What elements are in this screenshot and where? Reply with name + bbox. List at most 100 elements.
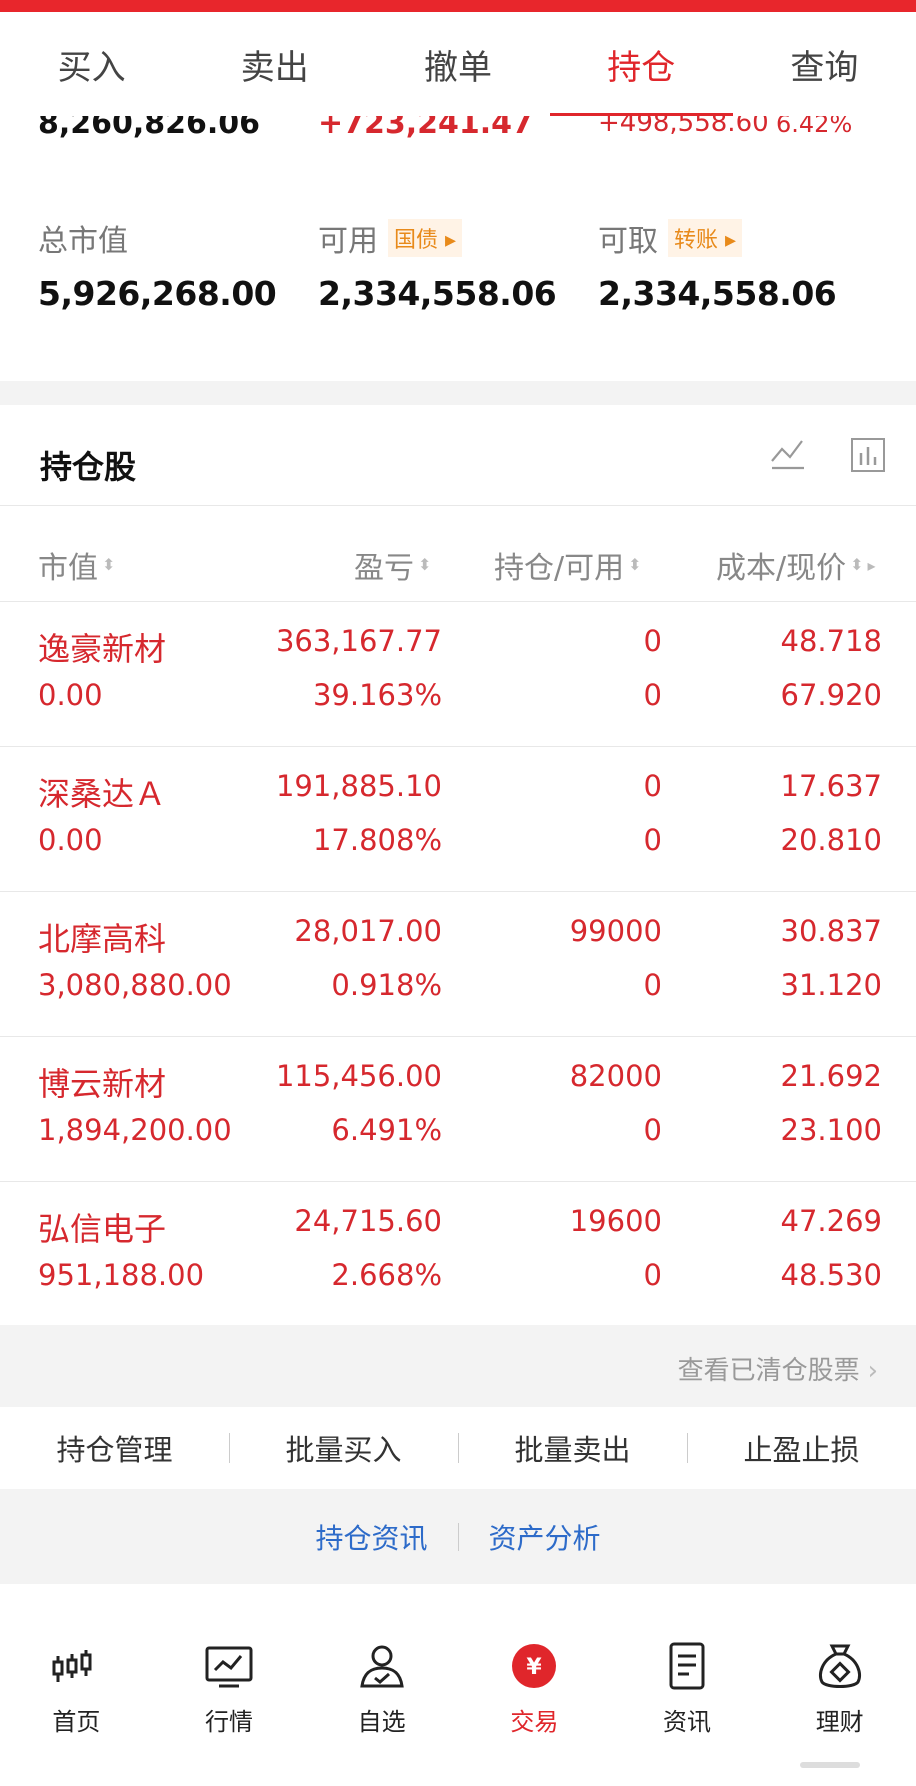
sort-icon: ⬍: [102, 555, 116, 574]
yuan-icon: ¥: [512, 1644, 557, 1688]
stock-quantity: 99000: [569, 914, 662, 948]
nav-watchlist[interactable]: 自选: [305, 1584, 458, 1786]
withdrawable-label-text: 可取: [598, 224, 658, 259]
stock-available: 0: [643, 1258, 662, 1292]
stock-cost: 47.269: [780, 1204, 882, 1238]
stock-name: 深桑达Ａ: [38, 775, 167, 813]
holdings-panel: 持仓股 市值 ⬍ 盈亏 ⬍ 持仓/可用 ⬍ 成本/现价 ⬍ ▸ 逸豪新材 0.00 363…: [0, 405, 916, 1325]
bond-tag-button[interactable]: 国债 ▸: [388, 219, 463, 257]
batch-sell-button[interactable]: 批量卖出: [458, 1427, 687, 1469]
stock-pnl-pct: 6.491%: [331, 1113, 442, 1147]
stock-name: 博云新材: [38, 1065, 167, 1103]
money-bag-icon: [818, 1644, 861, 1688]
bar-chart-icon[interactable]: [848, 435, 888, 475]
chevron-right-icon: ▸: [867, 555, 876, 575]
transfer-tag-button[interactable]: 转账 ▸: [668, 219, 743, 257]
column-position-label: 持仓/可用: [494, 551, 625, 586]
nav-label: 交易: [510, 1708, 559, 1736]
nav-market[interactable]: 行情: [153, 1584, 306, 1786]
nav-home[interactable]: 首页: [0, 1584, 153, 1786]
nav-news[interactable]: 资讯: [611, 1584, 764, 1786]
market-value-label: 总市值: [38, 216, 128, 260]
play-arrow-icon: ▸: [718, 228, 737, 253]
line-chart-icon[interactable]: [768, 435, 808, 475]
market-value: 5,926,268.00: [38, 274, 277, 313]
info-links: 持仓资讯 资产分析: [0, 1489, 916, 1584]
stock-quantity: 82000: [569, 1059, 662, 1093]
table-row[interactable]: 逸豪新材 0.00 363,167.77 39.163% 0 0 48.718 …: [0, 602, 916, 747]
stock-price: 23.100: [780, 1113, 882, 1147]
asset-analysis-link[interactable]: 资产分析: [459, 1517, 631, 1557]
stock-market-value: 3,080,880.00: [38, 968, 232, 1002]
stock-pnl-pct: 17.808%: [312, 823, 442, 857]
stock-pnl: 24,715.60: [294, 1204, 442, 1238]
candlestick-icon: [52, 1650, 92, 1682]
stock-available: 0: [643, 823, 662, 857]
person-check-icon: [359, 1645, 404, 1688]
stock-market-value: 1,894,200.00: [38, 1113, 232, 1147]
stock-cost: 21.692: [780, 1059, 882, 1093]
column-position[interactable]: 持仓/可用 ⬍: [494, 543, 642, 587]
nav-wealth[interactable]: 理财: [763, 1584, 916, 1786]
tab-query[interactable]: 查询: [733, 12, 916, 116]
play-arrow-icon: ▸: [438, 228, 457, 253]
batch-buy-button[interactable]: 批量买入: [229, 1427, 458, 1469]
available-label: 可用 国债 ▸: [318, 216, 463, 260]
column-cost-price[interactable]: 成本/现价 ⬍ ▸: [716, 543, 876, 587]
column-pnl[interactable]: 盈亏 ⬍: [354, 543, 431, 587]
stock-available: 0: [643, 968, 662, 1002]
market-value-label-text: 总市值: [38, 224, 128, 259]
stock-market-value: 0.00: [38, 678, 103, 712]
column-market-value[interactable]: 市值 ⬍: [38, 543, 115, 587]
nav-label: 理财: [815, 1708, 864, 1736]
manage-positions-button[interactable]: 持仓管理: [0, 1427, 229, 1469]
stock-quantity: 0: [643, 769, 662, 803]
total-assets-value: 8,260,826.06: [38, 116, 261, 141]
stock-market-value: 951,188.00: [38, 1258, 205, 1292]
floating-pnl-value: +498,558.60: [598, 116, 769, 138]
column-market-value-label: 市值: [38, 551, 98, 586]
bond-tag-text: 国债: [394, 228, 439, 253]
stock-pnl-pct: 0.918%: [331, 968, 442, 1002]
stock-pnl: 191,885.10: [275, 769, 442, 803]
table-row[interactable]: 北摩高科 3,080,880.00 28,017.00 0.918% 99000…: [0, 892, 916, 1037]
nav-label: 首页: [52, 1708, 101, 1736]
holding-news-link[interactable]: 持仓资讯: [285, 1517, 457, 1557]
cleared-stocks-text: 查看已清仓股票: [677, 1356, 860, 1386]
tab-cancel[interactable]: 撤单: [366, 12, 549, 116]
cleared-stocks-link[interactable]: 查看已清仓股票 ›: [678, 1350, 878, 1387]
nav-trade[interactable]: ¥ 交易: [458, 1584, 611, 1786]
table-row[interactable]: 深桑达Ａ 0.00 191,885.10 17.808% 0 0 17.637 …: [0, 747, 916, 892]
nav-label: 自选: [357, 1708, 406, 1736]
partial-summary-row: 8,260,826.06 +723,241.47 +498,558.60 6.4…: [0, 116, 916, 146]
stock-price: 48.530: [780, 1258, 882, 1292]
tab-buy[interactable]: 买入: [0, 12, 183, 116]
tab-positions[interactable]: 持仓: [549, 12, 734, 116]
available-label-text: 可用: [318, 224, 378, 259]
stock-pnl: 363,167.77: [275, 624, 442, 658]
daily-pnl-value: +723,241.47: [318, 116, 533, 141]
tab-sell[interactable]: 卖出: [183, 12, 366, 116]
stock-price: 67.920: [780, 678, 882, 712]
top-red-bar: [0, 0, 916, 12]
stock-quantity: 0: [643, 624, 662, 658]
trade-tabs: 买入 卖出 撤单 持仓 查询: [0, 12, 916, 116]
bottom-nav: 首页 行情 自选 ¥ 交易 资讯 理财: [0, 1584, 916, 1786]
sort-icon: ⬍: [628, 555, 642, 574]
withdrawable-value: 2,334,558.06: [598, 274, 837, 313]
withdrawable-label: 可取 转账 ▸: [598, 216, 743, 260]
stock-pnl: 28,017.00: [294, 914, 442, 948]
stop-loss-button[interactable]: 止盈止损: [687, 1427, 916, 1469]
sort-icon: ⬍: [850, 555, 864, 574]
table-row[interactable]: 弘信电子 951,188.00 24,715.60 2.668% 19600 0…: [0, 1182, 916, 1327]
stock-cost: 17.637: [780, 769, 882, 803]
home-indicator: [800, 1762, 860, 1768]
stock-market-value: 0.00: [38, 823, 103, 857]
table-row[interactable]: 博云新材 1,894,200.00 115,456.00 6.491% 8200…: [0, 1037, 916, 1182]
stock-name: 北摩高科: [38, 920, 167, 958]
transfer-tag-text: 转账: [674, 228, 719, 253]
stock-pnl-pct: 2.668%: [331, 1258, 442, 1292]
position-actions: 持仓管理 批量买入 批量卖出 止盈止损: [0, 1407, 916, 1489]
stock-cost: 30.837: [780, 914, 882, 948]
floating-pnl-pct: 6.42%: [776, 116, 853, 138]
